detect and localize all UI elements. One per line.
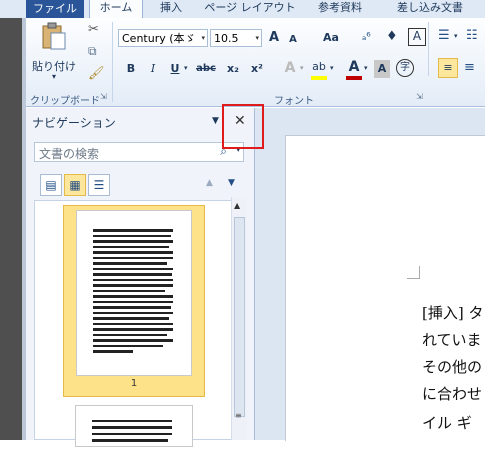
font-name-value: Century (本ゞ bbox=[122, 32, 196, 45]
document-text-line: に合わせ bbox=[422, 385, 483, 403]
document-text-line: れていま bbox=[422, 331, 482, 349]
pane-options-icon[interactable]: ▼ bbox=[212, 116, 219, 126]
page-thumbnails: 1 bbox=[34, 200, 244, 447]
group-separator bbox=[112, 22, 113, 102]
align-center-icon[interactable]: ≡ bbox=[464, 60, 475, 75]
next-icon[interactable]: ▼ bbox=[228, 178, 235, 188]
grip-icon: ≡ bbox=[235, 411, 242, 420]
page-thumbnail-selected[interactable]: 1 bbox=[63, 205, 205, 397]
enclose-char-button[interactable]: 字 bbox=[396, 59, 414, 77]
clear-format-icon[interactable]: ♦ bbox=[386, 29, 398, 44]
numbering-icon[interactable]: ☷ bbox=[466, 28, 478, 43]
chevron-down-icon[interactable]: ▾ bbox=[454, 32, 458, 40]
highlight-button[interactable]: ab bbox=[310, 58, 328, 76]
scrollbar-thumb[interactable] bbox=[234, 217, 245, 417]
highlight-annotation bbox=[222, 104, 264, 149]
page-number: 1 bbox=[130, 378, 138, 389]
document-text-line: イル ギ bbox=[422, 414, 472, 432]
tab-file[interactable]: ファイル bbox=[26, 0, 84, 18]
chevron-down-icon[interactable]: ▾ bbox=[184, 64, 188, 72]
font-size-value: 10.5 bbox=[214, 32, 239, 45]
chevron-down-icon[interactable]: ▾ bbox=[330, 64, 334, 72]
subscript-button[interactable]: x₂ bbox=[224, 60, 242, 78]
paste-dropdown-icon[interactable]: ▾ bbox=[52, 72, 56, 81]
font-color-button[interactable]: A bbox=[346, 58, 362, 76]
char-border-icon[interactable]: A bbox=[408, 28, 426, 46]
document-text-line: [挿入] タ bbox=[422, 304, 484, 322]
ribbon-tab-bar: ファイル ホーム 挿入 ページ レイアウト 参考資料 差し込み文書 bbox=[0, 0, 485, 18]
bold-button[interactable]: B bbox=[124, 60, 138, 78]
highlight-color-swatch bbox=[311, 76, 327, 80]
font-color-swatch bbox=[346, 76, 362, 80]
tab-references[interactable]: 参考資料 bbox=[308, 0, 372, 18]
results-icon: ☰ bbox=[93, 178, 105, 192]
bullets-icon[interactable]: ☰ bbox=[438, 28, 450, 43]
paste-icon[interactable] bbox=[40, 22, 68, 52]
chevron-down-icon: ▾ bbox=[201, 34, 205, 42]
copy-icon[interactable]: ⧉ bbox=[88, 44, 97, 59]
clipboard-launcher-icon[interactable]: ⇲ bbox=[100, 92, 107, 101]
headings-icon: ▤ bbox=[45, 178, 57, 192]
font-group-label: フォント bbox=[274, 96, 314, 107]
page-preview bbox=[76, 210, 192, 376]
previous-icon[interactable]: ▲ bbox=[206, 178, 213, 188]
chevron-down-icon[interactable]: ▾ bbox=[364, 64, 368, 72]
format-painter-icon[interactable]: 🖌 bbox=[88, 66, 105, 81]
tab-mailings[interactable]: 差し込み文書 bbox=[385, 0, 475, 18]
italic-button[interactable]: I bbox=[146, 60, 160, 78]
thumbnails-icon: ▦ bbox=[69, 178, 81, 192]
font-launcher-icon[interactable]: ⇲ bbox=[416, 92, 423, 101]
font-size-combo[interactable]: 10.5 ▾ bbox=[210, 29, 262, 47]
chevron-down-icon[interactable]: ▾ bbox=[300, 64, 304, 72]
chevron-down-icon: ▾ bbox=[255, 34, 259, 42]
thumbnail-scrollbar[interactable]: ▲ ≡ bbox=[231, 197, 247, 440]
char-shading-button[interactable]: A bbox=[374, 60, 390, 78]
cut-icon[interactable]: ✂ bbox=[88, 22, 99, 37]
text-effects-button[interactable]: A bbox=[282, 59, 298, 77]
font-name-combo[interactable]: Century (本ゞ ▾ bbox=[118, 29, 208, 47]
margin-corner-mark bbox=[407, 266, 420, 279]
group-separator bbox=[428, 22, 429, 76]
tab-pages[interactable]: ▦ bbox=[64, 174, 86, 196]
search-input[interactable]: 文書の検索 ⌕ ▾ bbox=[34, 142, 244, 162]
clipboard-group-label: クリップボード bbox=[30, 96, 100, 107]
document-page[interactable]: [挿入] タ れていま その他の に合わせ イル ギ bbox=[285, 135, 485, 441]
grow-font-button[interactable]: A bbox=[266, 29, 282, 47]
window-edge bbox=[0, 18, 26, 440]
tab-results[interactable]: ☰ bbox=[88, 174, 110, 196]
navigation-pane: ナビゲーション ▼ ✕ 文書の検索 ⌕ ▾ ▤ ▦ ☰ ▲ ▼ 1 bbox=[26, 108, 255, 447]
shrink-font-button[interactable]: A bbox=[286, 31, 300, 49]
ribbon: 貼り付け ▾ ✂ ⧉ 🖌 クリップボード ⇲ Century (本ゞ ▾ 10.5… bbox=[26, 18, 485, 107]
phonetic-guide-icon[interactable]: ₐ⁶ bbox=[362, 30, 371, 43]
search-placeholder: 文書の検索 bbox=[39, 147, 100, 161]
tab-headings[interactable]: ▤ bbox=[40, 174, 62, 196]
align-left-icon[interactable]: ≡ bbox=[438, 58, 458, 78]
page-text-preview bbox=[92, 420, 172, 442]
superscript-button[interactable]: x² bbox=[248, 60, 266, 78]
navigation-pane-title: ナビゲーション bbox=[32, 116, 116, 130]
scroll-up-icon[interactable]: ▲ bbox=[234, 201, 240, 210]
underline-button[interactable]: U bbox=[168, 60, 182, 78]
change-case-button[interactable]: Aa bbox=[318, 29, 344, 47]
strikethrough-button[interactable]: abc bbox=[194, 60, 218, 78]
page-text-preview bbox=[93, 229, 173, 353]
tab-page-layout[interactable]: ページ レイアウト bbox=[200, 0, 300, 18]
page-thumbnail[interactable] bbox=[75, 405, 193, 447]
document-text-line: その他の bbox=[422, 358, 483, 376]
tab-home[interactable]: ホーム bbox=[89, 0, 143, 18]
tab-insert[interactable]: 挿入 bbox=[150, 0, 192, 18]
